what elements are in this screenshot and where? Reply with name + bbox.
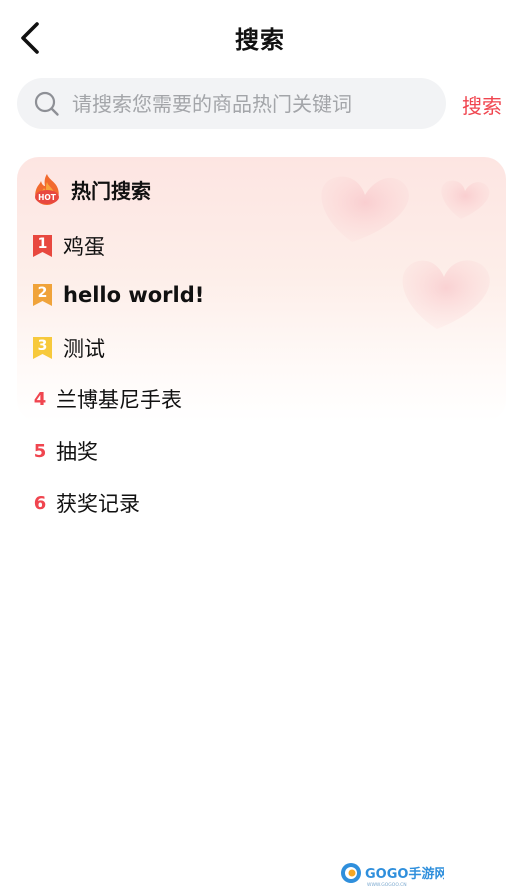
hot-item-4[interactable]: 4 兰博基尼手表 bbox=[33, 383, 182, 415]
search-icon bbox=[34, 91, 60, 117]
hot-item-label: 抽奖 bbox=[56, 440, 98, 464]
rank-badge: 1 bbox=[33, 235, 52, 257]
hot-item-5[interactable]: 5 抽奖 bbox=[33, 435, 98, 467]
hot-item-label: 兰博基尼手表 bbox=[56, 388, 182, 412]
watermark-logo: GOGO手游网 WWW.GOGOO.CN bbox=[341, 863, 444, 888]
hot-icon-label: HOT bbox=[38, 193, 57, 202]
rank-badge: 3 bbox=[33, 337, 52, 359]
header-bar: 搜索 bbox=[0, 0, 520, 76]
rank-number: 6 bbox=[33, 492, 47, 514]
hot-item-label: 鸡蛋 bbox=[63, 235, 105, 259]
hot-item-6[interactable]: 6 获奖记录 bbox=[33, 487, 140, 519]
hot-item-label: 测试 bbox=[63, 337, 105, 361]
rank-number: 5 bbox=[33, 440, 47, 462]
watermark-url: WWW.GOGOO.CN bbox=[367, 882, 407, 888]
hot-item-1[interactable]: 1 鸡蛋 bbox=[33, 230, 105, 262]
search-input[interactable] bbox=[72, 91, 402, 116]
page-title: 搜索 bbox=[235, 26, 285, 54]
hot-search-header: HOT 热门搜索 bbox=[32, 172, 151, 206]
search-button[interactable]: 搜索 bbox=[462, 90, 502, 119]
rank-number: 4 bbox=[33, 388, 47, 410]
hot-item-2[interactable]: 2 hello world! bbox=[33, 279, 204, 311]
hot-search-title: 热门搜索 bbox=[71, 178, 151, 203]
rank-badge: 2 bbox=[33, 284, 52, 306]
hot-item-label: hello world! bbox=[63, 283, 205, 307]
hot-flame-icon: HOT bbox=[32, 172, 62, 206]
search-box[interactable] bbox=[17, 78, 446, 129]
hot-item-3[interactable]: 3 测试 bbox=[33, 332, 105, 364]
hot-item-label: 获奖记录 bbox=[56, 492, 140, 516]
watermark-brand: GOGO手游网 bbox=[365, 866, 444, 882]
